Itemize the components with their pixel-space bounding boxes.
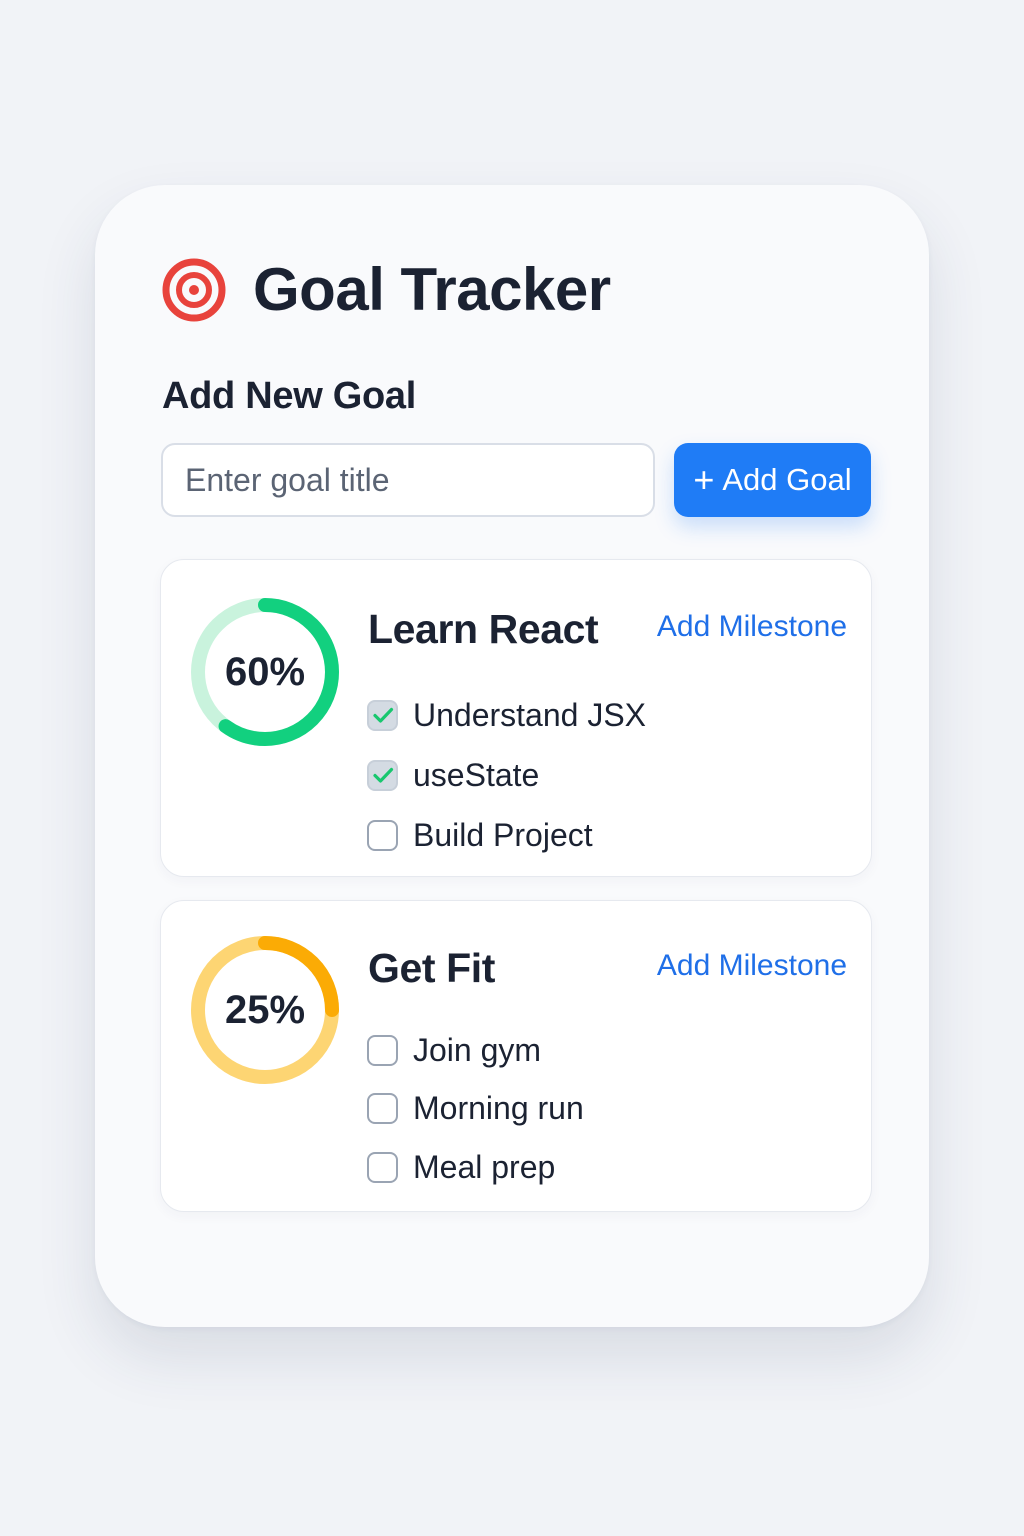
progress-ring: 25%	[189, 934, 341, 1086]
milestone-checkbox[interactable]	[367, 1093, 398, 1125]
milestone-checkbox[interactable]	[367, 699, 398, 731]
milestone-item: Morning run	[367, 1080, 584, 1139]
app-header: Goal Tracker	[161, 255, 611, 324]
progress-percent: 60%	[224, 649, 306, 694]
goal-card: 60% Learn React Add Milestone Understand…	[160, 559, 872, 877]
milestone-list: Join gym Morning run Meal prep	[367, 1021, 584, 1197]
checkmark-icon	[372, 707, 393, 723]
target-icon	[162, 258, 226, 321]
progress-percent: 25%	[224, 987, 306, 1032]
add-milestone-link[interactable]: Add Milestone	[657, 610, 847, 644]
milestone-item: Meal prep	[367, 1138, 584, 1197]
goal-card: 25% Get Fit Add Milestone Join gym Morni…	[160, 900, 872, 1212]
checkmark-icon	[372, 767, 393, 783]
milestone-label: Build Project	[413, 816, 593, 853]
milestone-checkbox[interactable]	[367, 1034, 398, 1066]
milestone-item: useState	[367, 745, 646, 805]
milestone-list: Understand JSX useState Build Project	[367, 685, 646, 865]
milestone-item: Understand JSX	[367, 685, 646, 745]
goal-title: Get Fit	[368, 945, 496, 991]
milestone-label: Morning run	[413, 1090, 584, 1127]
milestone-checkbox[interactable]	[367, 1151, 398, 1183]
progress-ring: 60%	[189, 596, 341, 748]
milestone-label: Meal prep	[413, 1148, 556, 1185]
add-goal-button-label: Add Goal	[722, 462, 852, 497]
milestone-label: useState	[413, 756, 540, 793]
add-milestone-link[interactable]: Add Milestone	[657, 949, 847, 983]
goal-title: Learn React	[368, 606, 599, 652]
milestone-item: Build Project	[367, 805, 646, 865]
milestone-label: Understand JSX	[413, 696, 647, 733]
goal-title-input[interactable]	[161, 443, 655, 517]
milestone-item: Join gym	[367, 1021, 584, 1080]
goal-tracker-card: Goal Tracker Add New Goal + Add Goal 60%…	[95, 185, 929, 1327]
page-title: Goal Tracker	[253, 256, 611, 323]
milestone-label: Join gym	[413, 1031, 542, 1068]
milestone-checkbox[interactable]	[367, 759, 398, 791]
plus-icon: +	[693, 459, 715, 500]
add-goal-button[interactable]: + Add Goal	[674, 443, 871, 517]
milestone-checkbox[interactable]	[367, 819, 398, 851]
add-goal-section-title: Add New Goal	[162, 375, 416, 417]
